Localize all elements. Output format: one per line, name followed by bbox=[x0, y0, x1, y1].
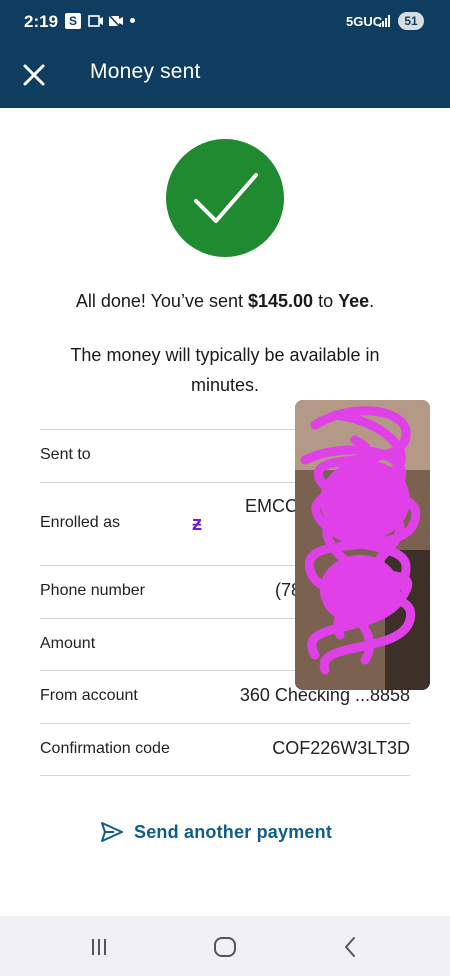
system-nav-bar bbox=[0, 916, 450, 976]
detail-label: Phone number bbox=[40, 582, 145, 599]
detail-label: Confirmation code bbox=[40, 740, 170, 757]
s-app-icon: S bbox=[65, 13, 81, 29]
send-icon bbox=[101, 822, 123, 842]
close-icon[interactable] bbox=[14, 55, 54, 95]
back-icon[interactable] bbox=[338, 934, 364, 960]
detail-value: COF226W3LT3D bbox=[272, 738, 410, 758]
recipient-name: Yee bbox=[338, 291, 370, 311]
confirmation-message: All done! You’ve sent $145.00 to Yee. bbox=[0, 291, 450, 312]
availability-message: The money will typically be available in… bbox=[70, 345, 380, 395]
success-badge bbox=[166, 139, 284, 257]
checkmark-icon bbox=[194, 173, 258, 223]
detail-label: Amount bbox=[40, 635, 96, 652]
home-icon[interactable] bbox=[212, 934, 238, 960]
redaction-overlay bbox=[295, 400, 430, 690]
detail-label: Sent to bbox=[40, 446, 91, 463]
send-another-payment-link[interactable]: Send another payment bbox=[100, 818, 332, 846]
notification-dot bbox=[130, 18, 135, 23]
video-icon bbox=[88, 15, 103, 27]
sent-amount: $145.00 bbox=[247, 291, 314, 311]
zelle-icon: ƶ bbox=[192, 513, 202, 535]
send-another-label: Send another payment bbox=[134, 821, 333, 842]
message-suffix: . bbox=[369, 291, 375, 311]
detail-row-confirmation-code: Confirmation code COF226W3LT3D bbox=[40, 723, 410, 776]
page-title: Money sent bbox=[90, 60, 201, 83]
app-bar: Money sent bbox=[0, 42, 450, 108]
redaction-scribble bbox=[295, 400, 430, 690]
recent-apps-icon[interactable] bbox=[86, 934, 112, 960]
status-bar: 2:19 S 5GUC 51 bbox=[0, 0, 450, 42]
status-time: 2:19 bbox=[24, 12, 59, 31]
network-label: 5GUC bbox=[346, 14, 383, 29]
battery-indicator: 51 bbox=[398, 12, 424, 30]
video-off-icon bbox=[108, 14, 123, 28]
message-prefix: All done! You’ve sent bbox=[75, 291, 248, 311]
detail-label: From account bbox=[40, 687, 138, 704]
detail-label: Enrolled as bbox=[40, 514, 121, 531]
signal-icon bbox=[379, 15, 390, 27]
detail-value: EMCC bbox=[245, 496, 298, 516]
message-mid: to bbox=[313, 291, 339, 311]
